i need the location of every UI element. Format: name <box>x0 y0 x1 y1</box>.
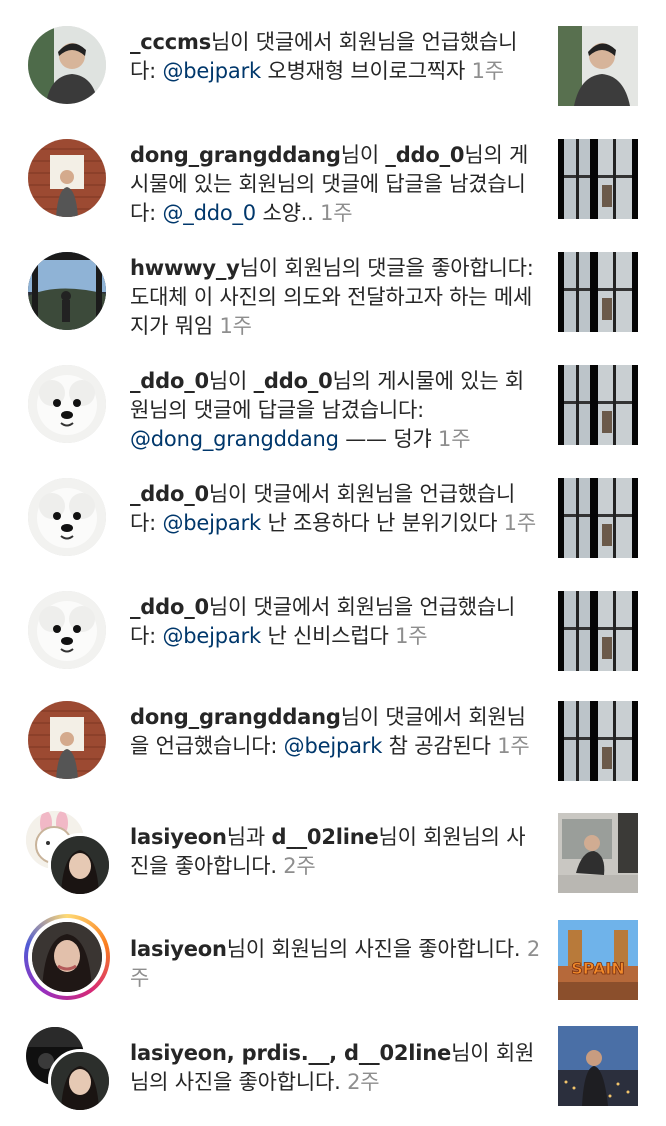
segment-user[interactable]: lasiyeon <box>130 937 227 961</box>
segment-mention[interactable]: @bejpark <box>284 734 383 758</box>
avatar-woman <box>32 922 102 992</box>
notification-text: _cccms님이 댓글에서 회원님을 언급했습니다: @bejpark 오병재형… <box>130 28 540 86</box>
avatar-landscape[interactable] <box>28 252 106 330</box>
avatar-white-dog[interactable] <box>28 591 106 669</box>
segment-text: 난 신비스럽다 <box>260 624 396 648</box>
timestamp: 1주 <box>503 511 536 535</box>
spain-sign-thumbnail[interactable]: SPAIN <box>558 920 638 1000</box>
timestamp: 2주 <box>283 854 316 878</box>
segment-mention[interactable]: @bejpark <box>162 511 261 535</box>
city-night-thumbnail[interactable] <box>558 1026 638 1106</box>
segment-user[interactable]: _cccms <box>130 30 211 54</box>
segment-user[interactable]: _ddo_0 <box>130 369 209 393</box>
segment-user[interactable]: d__02line <box>272 825 379 849</box>
segment-text: 님이 <box>208 369 254 393</box>
segment-mention[interactable]: @dong_grangddang <box>130 427 339 451</box>
notification-text: hwwwy_y님이 회원님의 댓글을 좋아합니다: 도대체 이 사진의 의도와 … <box>130 254 540 341</box>
timestamp: 1주 <box>438 427 471 451</box>
segment-mention[interactable]: @_ddo_0 <box>162 201 256 225</box>
notification-text: _ddo_0님이 _ddo_0님의 게시물에 있는 회원님의 댓글에 답글을 남… <box>130 367 540 454</box>
notification-text: _ddo_0님이 댓글에서 회원님을 언급했습니다: @bejpark 난 조용… <box>130 480 540 538</box>
avatar-pair-dark-woman[interactable] <box>0 1027 120 1119</box>
avatar-woman <box>48 1049 112 1113</box>
segment-user[interactable]: hwwwy_y <box>130 256 240 280</box>
segment-user[interactable]: lasiyeon <box>130 825 227 849</box>
segment-text: 님과 <box>226 825 272 849</box>
room-photo-thumbnail[interactable] <box>558 813 638 893</box>
segment-user[interactable]: dong_grangddang <box>130 705 341 729</box>
timestamp: 1주 <box>395 624 428 648</box>
timestamp: 1주 <box>497 734 530 758</box>
avatar-white-dog[interactable] <box>28 365 106 443</box>
segment-text: 오병재형 브이로그찍자 <box>260 59 472 83</box>
segment-user[interactable]: _ddo_0 <box>385 143 464 167</box>
avatar-woman-story-ring[interactable] <box>24 914 110 1000</box>
timestamp: 1주 <box>471 59 504 83</box>
window-photo-thumbnail[interactable] <box>558 365 638 445</box>
segment-text: 소양.. <box>255 201 321 225</box>
timestamp: 2주 <box>347 1070 380 1094</box>
window-photo-thumbnail[interactable] <box>558 701 638 781</box>
segment-user[interactable]: _ddo_0 <box>130 482 209 506</box>
timestamp: 1주 <box>219 314 252 338</box>
notification-text: lasiyeon님과 d__02line님이 회원님의 사진을 좋아합니다. 2… <box>130 823 540 881</box>
notification-text: lasiyeon, prdis.__, d__02line님이 회원님의 사진을… <box>130 1039 540 1097</box>
window-photo-thumbnail[interactable] <box>558 139 638 219</box>
avatar-white-dog[interactable] <box>28 478 106 556</box>
segment-mention[interactable]: @bejpark <box>162 624 261 648</box>
notification-text: dong_grangddang님이 댓글에서 회원님을 언급했습니다: @bej… <box>130 703 540 761</box>
window-photo-thumbnail[interactable] <box>558 478 638 558</box>
story-ring-gap <box>28 918 106 996</box>
timestamp: 1주 <box>320 201 353 225</box>
notification-text: lasiyeon님이 회원님의 사진을 좋아합니다. 2주 <box>130 935 540 993</box>
avatar-woman <box>48 833 112 897</box>
window-photo-thumbnail[interactable] <box>558 591 638 671</box>
segment-text: 참 공감된다 <box>382 734 498 758</box>
notification-text: _ddo_0님이 댓글에서 회원님을 언급했습니다: @bejpark 난 신비… <box>130 593 540 651</box>
segment-text: 난 조용하다 난 분위기있다 <box>260 511 504 535</box>
segment-user[interactable]: lasiyeon, prdis.__, d__02line <box>130 1041 451 1065</box>
segment-user[interactable]: _ddo_0 <box>254 369 333 393</box>
notification-text: dong_grangddang님이 _ddo_0님의 게시물에 있는 회원님의 … <box>130 141 540 228</box>
segment-mention[interactable]: @bejpark <box>162 59 261 83</box>
avatar-brick-wall[interactable] <box>28 701 106 779</box>
segment-user[interactable]: _ddo_0 <box>130 595 209 619</box>
avatar-brick-wall[interactable] <box>28 139 106 217</box>
segment-text: 님이 <box>340 143 386 167</box>
segment-text: 님이 회원님의 사진을 좋아합니다. <box>226 937 527 961</box>
man-portrait-thumbnail[interactable] <box>558 26 638 106</box>
avatar-pair-cartoon-woman[interactable] <box>0 811 120 901</box>
activity-feed: _cccms님이 댓글에서 회원님을 언급했습니다: @bejpark 오병재형… <box>0 0 666 1126</box>
window-photo-thumbnail[interactable] <box>558 252 638 332</box>
spain-sign-text: SPAIN <box>571 959 625 978</box>
segment-text: —— 덩갸 <box>338 427 439 451</box>
segment-user[interactable]: dong_grangddang <box>130 143 341 167</box>
avatar-man-portrait[interactable] <box>28 26 106 104</box>
